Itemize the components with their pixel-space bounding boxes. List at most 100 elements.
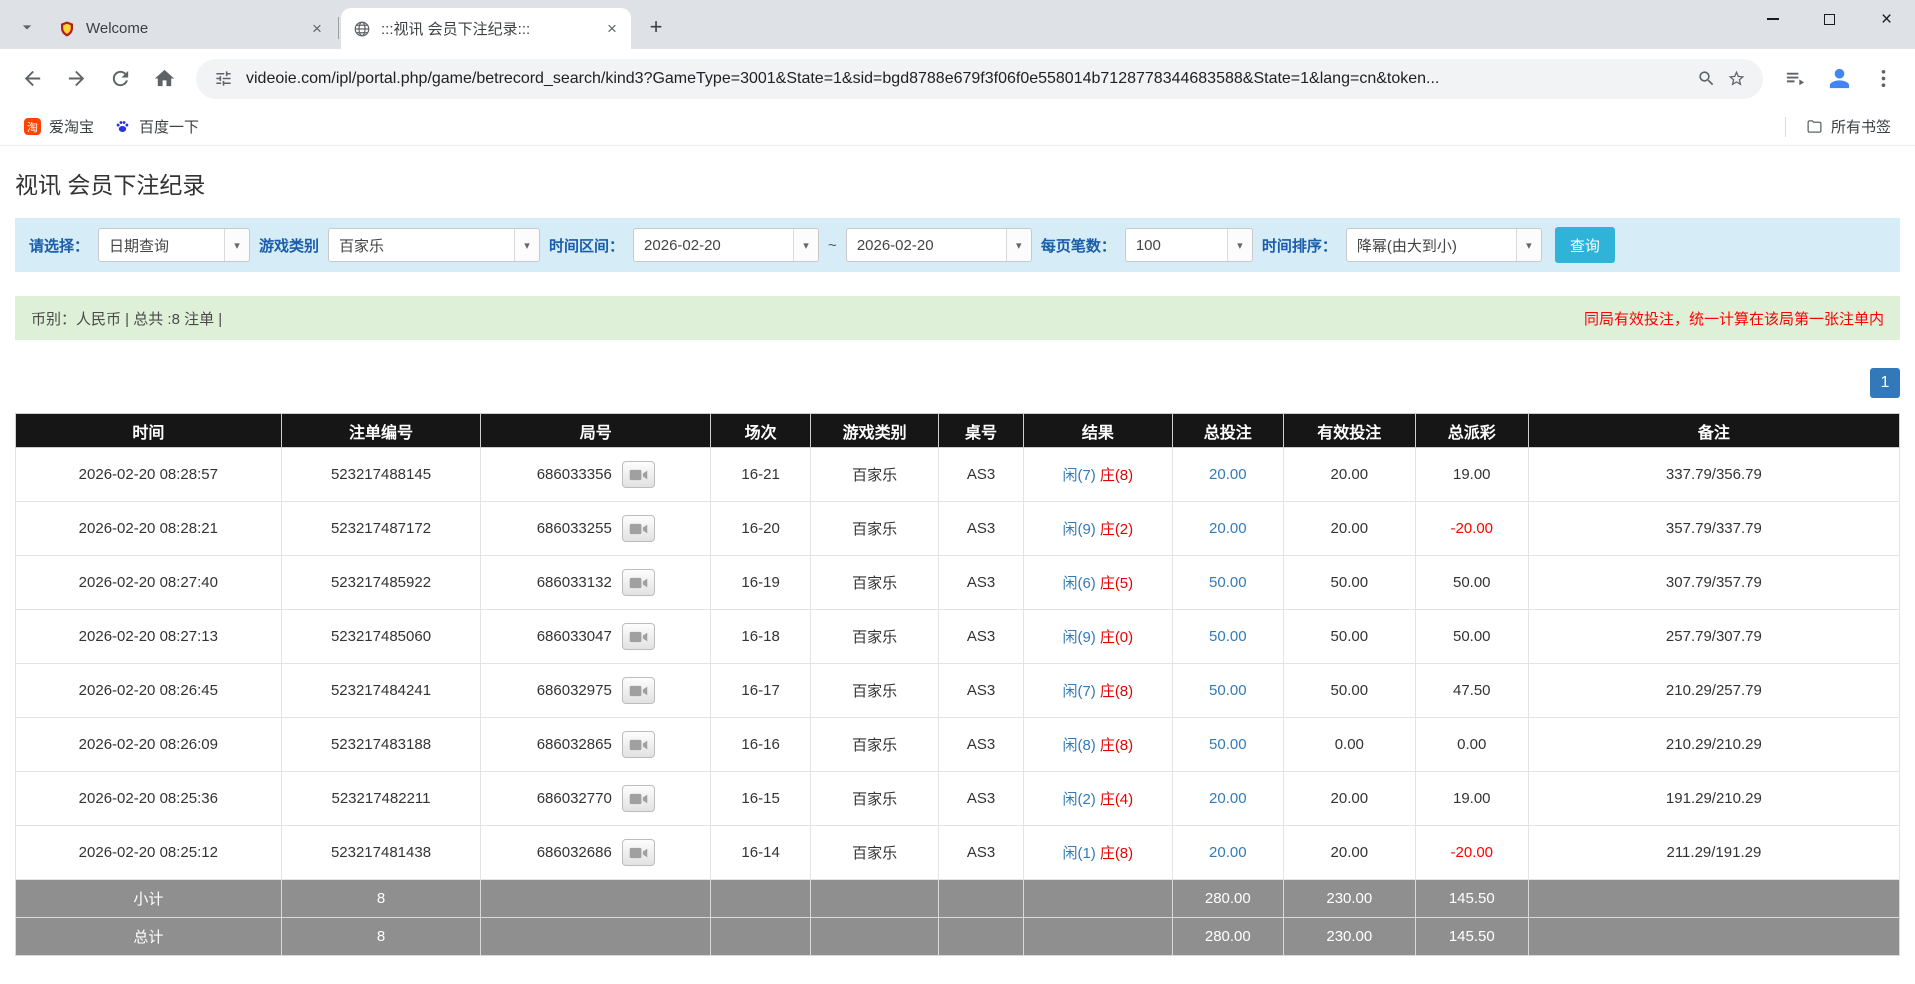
round-video-button[interactable] bbox=[621, 731, 655, 758]
window-close-button[interactable]: × bbox=[1858, 0, 1915, 38]
bookmark-baidu[interactable]: 百度一下 bbox=[104, 112, 209, 141]
cell-note: 357.79/337.79 bbox=[1527, 501, 1901, 556]
menu-dots-icon[interactable] bbox=[1863, 59, 1903, 99]
tab-close-icon[interactable]: × bbox=[601, 18, 623, 40]
tab-close-icon[interactable]: × bbox=[306, 18, 328, 40]
round-video-button[interactable] bbox=[621, 461, 655, 488]
tab-search-chevron-icon[interactable] bbox=[10, 10, 44, 44]
back-button[interactable] bbox=[12, 59, 52, 99]
total-bet-link[interactable]: 20.00 bbox=[1209, 790, 1247, 807]
chevron-down-icon[interactable]: ▾ bbox=[793, 229, 819, 261]
cell-total-bet: 50.00 bbox=[1171, 663, 1284, 718]
media-controls-icon[interactable] bbox=[1775, 59, 1815, 99]
cell-table-no: AS3 bbox=[938, 663, 1024, 718]
round-video-button[interactable] bbox=[621, 785, 655, 812]
result-player: 闲(1) bbox=[1062, 845, 1096, 862]
result-player: 闲(9) bbox=[1062, 629, 1096, 646]
summary-cell: 145.50 bbox=[1414, 879, 1529, 918]
query-type-select[interactable]: 日期查询 ▾ bbox=[98, 228, 251, 262]
chevron-down-icon[interactable]: ▾ bbox=[1515, 229, 1541, 261]
filter-bar: 请选择： 日期查询 ▾ 游戏类别 百家乐 ▾ 时间区间： 2026-02-20 … bbox=[15, 218, 1900, 272]
summary-cell bbox=[938, 879, 1024, 918]
column-header: 时间 bbox=[15, 413, 282, 448]
cell-result: 闲(2) 庄(4) bbox=[1022, 771, 1173, 826]
time-sort-select[interactable]: 降幂(由大到小) ▾ bbox=[1345, 228, 1542, 262]
window-maximize-button[interactable] bbox=[1801, 0, 1858, 38]
total-bet-link[interactable]: 50.00 bbox=[1209, 574, 1247, 591]
total-bet-link[interactable]: 20.00 bbox=[1209, 466, 1247, 483]
round-number: 686032975 bbox=[536, 682, 612, 699]
bet-table-body: 2026-02-20 08:28:57 523217488145 686033356… bbox=[15, 447, 1901, 880]
column-header: 注单编号 bbox=[280, 413, 482, 448]
home-button[interactable] bbox=[144, 59, 184, 99]
tab-title: :::视讯 会员下注纪录::: bbox=[381, 21, 531, 38]
table-row: 2026-02-20 08:26:09 523217483188 686032865… bbox=[15, 717, 1901, 772]
forward-button[interactable] bbox=[56, 59, 96, 99]
reload-button[interactable] bbox=[100, 59, 140, 99]
cell-round: 686032865 bbox=[480, 717, 712, 772]
total-bet-link[interactable]: 50.00 bbox=[1209, 628, 1247, 645]
profile-avatar-icon[interactable] bbox=[1819, 59, 1859, 99]
cell-note: 257.79/307.79 bbox=[1527, 609, 1901, 664]
chevron-down-icon[interactable]: ▾ bbox=[514, 229, 540, 261]
bookmark-aitaobao[interactable]: 淘 爱淘宝 bbox=[14, 112, 104, 141]
total-bet-link[interactable]: 20.00 bbox=[1209, 520, 1247, 537]
cell-valid-bet: 50.00 bbox=[1282, 609, 1416, 664]
total-bet-link[interactable]: 50.00 bbox=[1209, 736, 1247, 753]
summary-cell: 小计 bbox=[15, 879, 282, 918]
chevron-down-icon[interactable]: ▾ bbox=[1226, 229, 1252, 261]
site-info-icon[interactable] bbox=[208, 64, 238, 94]
result-banker: 庄(5) bbox=[1099, 575, 1134, 592]
url-text[interactable]: videoie.com/ipl/portal.php/game/betrecor… bbox=[246, 70, 1683, 88]
url-bar[interactable]: videoie.com/ipl/portal.php/game/betrecor… bbox=[196, 58, 1763, 99]
page-1-button[interactable]: 1 bbox=[1870, 368, 1900, 398]
browser-tab-welcome[interactable]: Welcome × bbox=[46, 8, 336, 49]
game-type-select[interactable]: 百家乐 ▾ bbox=[328, 228, 541, 262]
cell-bet-id: 523217481438 bbox=[280, 825, 482, 880]
round-number: 686032686 bbox=[536, 844, 612, 861]
round-video-button[interactable] bbox=[621, 515, 655, 542]
pagination-top: 1 bbox=[15, 368, 1900, 398]
round-number: 686032865 bbox=[536, 736, 612, 753]
chevron-down-icon[interactable]: ▾ bbox=[224, 229, 250, 261]
total-bet-link[interactable]: 20.00 bbox=[1209, 844, 1247, 861]
all-bookmarks-button[interactable]: 所有书签 bbox=[1796, 112, 1901, 141]
window-minimize-button[interactable] bbox=[1744, 0, 1801, 38]
cell-game-type: 百家乐 bbox=[810, 555, 940, 610]
globe-favicon-icon bbox=[353, 20, 371, 38]
result-banker: 庄(8) bbox=[1099, 737, 1134, 754]
round-video-button[interactable] bbox=[621, 677, 655, 704]
result-banker: 庄(4) bbox=[1099, 791, 1134, 808]
round-video-button[interactable] bbox=[621, 569, 655, 596]
total-bet-link[interactable]: 50.00 bbox=[1209, 682, 1247, 699]
round-video-button[interactable] bbox=[621, 623, 655, 650]
page-size-select[interactable]: 100 ▾ bbox=[1124, 228, 1253, 262]
browser-nav-bar: videoie.com/ipl/portal.php/game/betrecor… bbox=[0, 49, 1915, 108]
round-number: 686032770 bbox=[536, 790, 612, 807]
cell-result: 闲(9) 庄(2) bbox=[1022, 501, 1173, 556]
new-tab-button[interactable]: + bbox=[639, 10, 673, 44]
bookmark-star-icon[interactable] bbox=[1721, 64, 1751, 94]
chevron-down-icon[interactable]: ▾ bbox=[1005, 229, 1031, 261]
table-row: 2026-02-20 08:27:13 523217485060 686033047… bbox=[15, 609, 1901, 664]
summary-cell bbox=[480, 879, 712, 918]
result-player: 闲(7) bbox=[1062, 683, 1096, 700]
summary-cell bbox=[480, 917, 712, 956]
cell-game-type: 百家乐 bbox=[810, 717, 940, 772]
cell-table-no: AS3 bbox=[938, 447, 1024, 502]
date-to-select[interactable]: 2026-02-20 ▾ bbox=[845, 228, 1032, 262]
search-button[interactable]: 查询 bbox=[1554, 227, 1615, 263]
date-from-select[interactable]: 2026-02-20 ▾ bbox=[633, 228, 820, 262]
cell-total-bet: 20.00 bbox=[1171, 447, 1284, 502]
summary-cell bbox=[710, 879, 812, 918]
round-video-button[interactable] bbox=[621, 839, 655, 866]
bet-record-table: 时间 注单编号 局号 场次 游戏类别 桌号 结果 总投注 有效投注 总派彩 备注 2026-02-2… bbox=[15, 413, 1901, 956]
cell-payout: 50.00 bbox=[1414, 609, 1529, 664]
browser-tab-betrecord[interactable]: :::视讯 会员下注纪录::: × bbox=[341, 8, 631, 49]
cell-bet-id: 523217488145 bbox=[280, 447, 482, 502]
bookmarks-bar: 淘 爱淘宝 百度一下 所有书签 bbox=[0, 108, 1915, 146]
cell-game-type: 百家乐 bbox=[810, 825, 940, 880]
tab-title: Welcome bbox=[86, 20, 149, 37]
result-player: 闲(7) bbox=[1062, 467, 1096, 484]
zoom-icon[interactable] bbox=[1691, 64, 1721, 94]
